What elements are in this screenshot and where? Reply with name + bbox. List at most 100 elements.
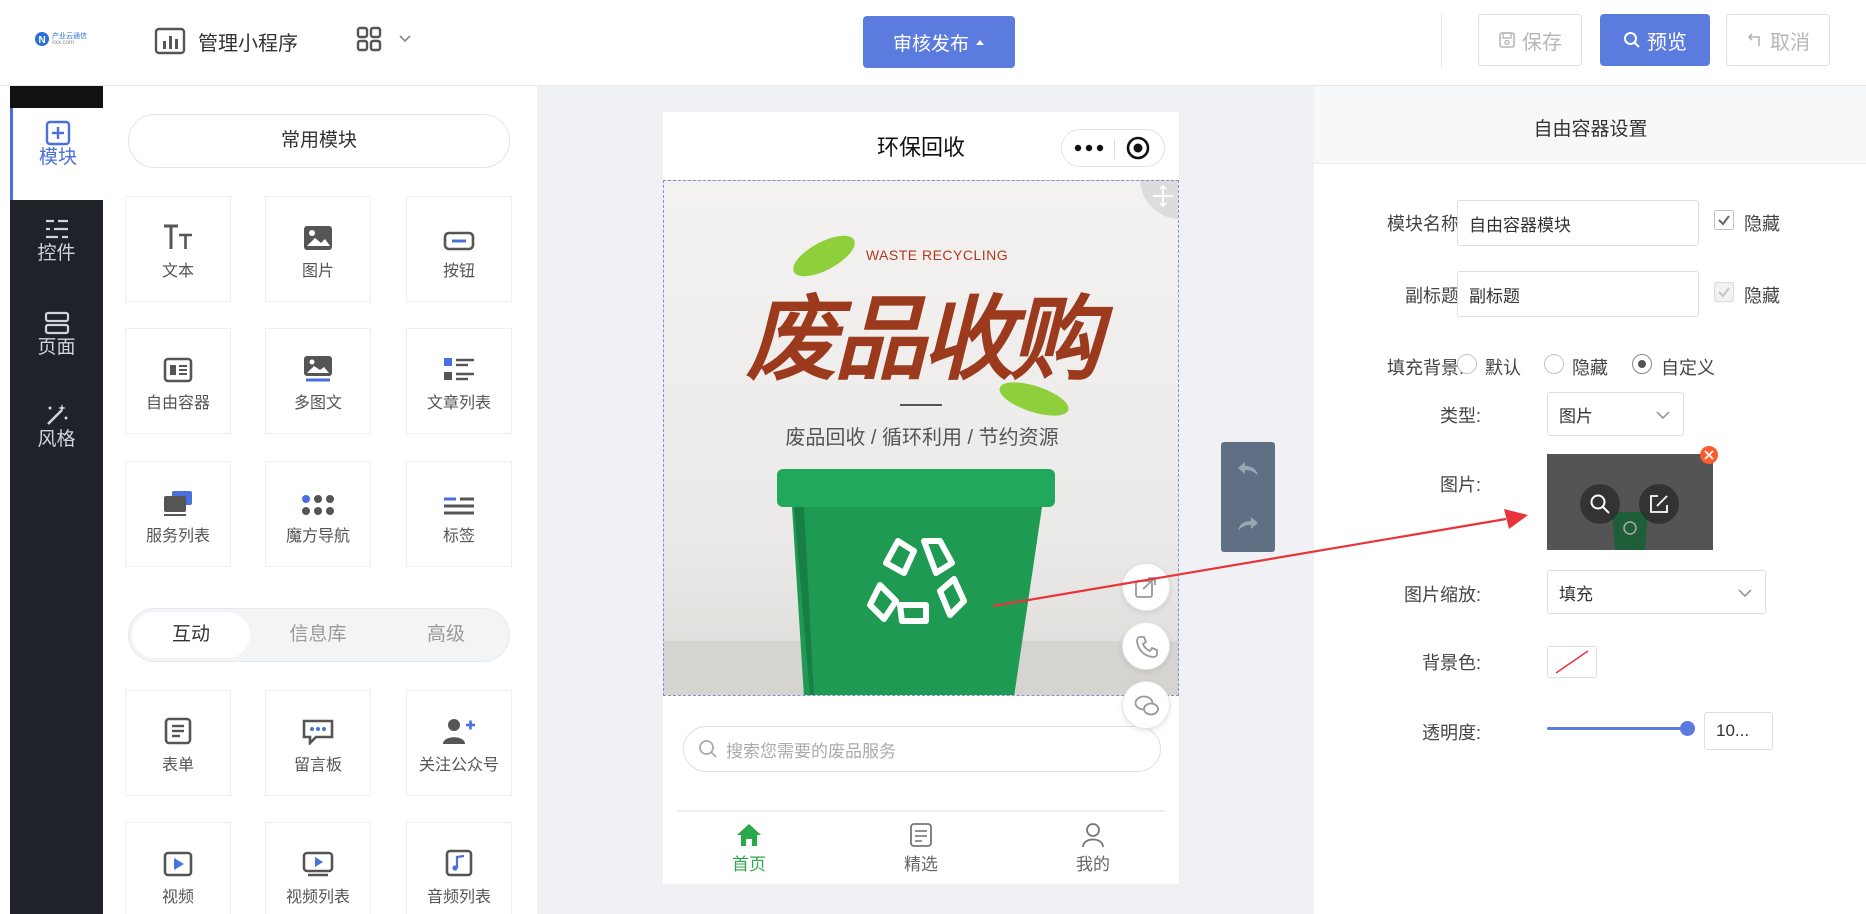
module-free-container[interactable]: 自由容器: [125, 328, 231, 434]
tab-featured[interactable]: 精选: [875, 812, 967, 875]
tab-mine[interactable]: 我的: [1047, 812, 1139, 875]
caret-up-icon: [976, 40, 984, 45]
publish-label: 审核发布: [892, 33, 969, 55]
phone-icon: [1136, 636, 1158, 658]
module-label: 自由容器: [145, 395, 210, 412]
module-video-list[interactable]: 视频列表: [265, 822, 371, 914]
module-name-input[interactable]: 自由容器模块: [1457, 200, 1699, 246]
sidebar-item-modules[interactable]: 模块: [10, 108, 103, 200]
sidebar-item-style[interactable]: 风格: [10, 390, 103, 482]
module-label: 标签: [442, 528, 475, 545]
manage-miniprogram-link[interactable]: 管理小程序: [154, 24, 298, 58]
scale-select[interactable]: 填充: [1547, 570, 1766, 614]
module-text[interactable]: 文本: [125, 196, 231, 302]
share-float-button[interactable]: [1122, 563, 1170, 611]
thumbnail-zoom-button[interactable]: [1580, 484, 1620, 524]
thumbnail-edit-button[interactable]: [1639, 484, 1679, 524]
publish-button[interactable]: 审核发布: [863, 16, 1015, 68]
module-video[interactable]: 视频: [125, 822, 231, 914]
hide-subtitle-label: 隐藏: [1744, 286, 1780, 306]
phone-float-button[interactable]: [1122, 622, 1170, 670]
undo-button[interactable]: [1221, 442, 1275, 497]
type-label: 类型:: [1439, 406, 1481, 426]
save-button[interactable]: 保存: [1478, 14, 1582, 66]
capsule-menu[interactable]: [1061, 129, 1165, 167]
slider-fill: [1547, 727, 1687, 730]
module-audio-list[interactable]: 音频列表: [406, 822, 512, 914]
bgcolor-picker[interactable]: [1547, 646, 1597, 678]
cancel-label: 取消: [1770, 31, 1810, 54]
more-dots-icon[interactable]: [1074, 144, 1104, 152]
module-service-list[interactable]: 服务列表: [125, 461, 231, 567]
common-modules-label: 常用模块: [280, 130, 357, 151]
module-follow-account[interactable]: 关注公众号: [406, 690, 512, 796]
hide-subtitle-checkbox[interactable]: [1714, 282, 1734, 302]
module-panel: 常用模块 文本 图片 按钮 自由容器 多图文 文章列表 服务列表 魔方导航 标签: [103, 86, 537, 914]
preview-button[interactable]: 预览: [1600, 14, 1710, 66]
banner-container[interactable]: WASTE RECYCLING 废品收购 废品回收 / 循环利用 / 节约资源: [663, 180, 1179, 696]
image-icon: [266, 217, 370, 251]
redo-button[interactable]: [1221, 497, 1275, 552]
type-select[interactable]: 图片: [1547, 392, 1684, 436]
tab-featured-label: 精选: [904, 855, 938, 874]
logo[interactable]: N 产业云通信 xxx.com: [34, 28, 87, 52]
slider-thumb[interactable]: [1680, 721, 1695, 736]
thumbnail-image: [1547, 454, 1713, 550]
apps-dropdown[interactable]: [356, 26, 412, 52]
fill-custom-radio[interactable]: [1632, 354, 1652, 374]
history-float: [1221, 442, 1275, 552]
home-icon: [737, 824, 761, 846]
sidebar-item-pages[interactable]: 页面: [10, 298, 103, 390]
scale-label: 图片缩放:: [1403, 585, 1481, 605]
phone-search-bar[interactable]: 搜索您需要的废品服务: [683, 726, 1161, 772]
banner-en-text: WASTE RECYCLING: [865, 247, 1009, 263]
user-icon: [1082, 823, 1104, 848]
hide-name-checkbox[interactable]: [1714, 210, 1734, 230]
form-icon: [126, 711, 230, 745]
tab-info-library[interactable]: 信息库: [259, 612, 377, 658]
undo-icon: [1747, 33, 1760, 46]
module-image[interactable]: 图片: [265, 196, 371, 302]
wechat-float-button[interactable]: [1122, 681, 1170, 729]
opacity-label: 透明度:: [1421, 723, 1481, 743]
tab-home[interactable]: 首页: [703, 812, 795, 875]
fill-default-radio[interactable]: [1457, 354, 1477, 374]
module-message-board[interactable]: 留言板: [265, 690, 371, 796]
module-label: 文本: [161, 263, 194, 280]
module-form[interactable]: 表单: [125, 690, 231, 796]
search-placeholder: 搜索您需要的废品服务: [726, 741, 896, 761]
wechat-icon: [1134, 695, 1159, 716]
subtitle-input[interactable]: 副标题: [1457, 271, 1699, 317]
module-article-list[interactable]: 文章列表: [406, 328, 512, 434]
article-list-icon: [407, 349, 511, 383]
sidebar-item-controls[interactable]: 控件: [10, 204, 103, 296]
image-label: 图片:: [1439, 475, 1481, 495]
opacity-slider[interactable]: [1547, 719, 1695, 739]
module-button[interactable]: 按钮: [406, 196, 512, 302]
module-cube-nav[interactable]: 魔方导航: [265, 461, 371, 567]
music-note-icon: [407, 843, 511, 877]
plus-square-icon: [13, 108, 103, 146]
opacity-input[interactable]: 10...: [1704, 712, 1773, 750]
cancel-button[interactable]: 取消: [1726, 14, 1830, 66]
remove-image-button[interactable]: [1700, 446, 1718, 464]
sidebar-label-pages: 页面: [37, 337, 76, 358]
tab-home-label: 首页: [732, 855, 766, 874]
image-thumbnail[interactable]: [1547, 454, 1713, 550]
capsule-divider: [1114, 139, 1115, 159]
module-label: 魔方导航: [285, 528, 350, 545]
tab-advanced[interactable]: 高级: [387, 612, 505, 658]
video-icon: [126, 843, 230, 877]
save-icon: [1499, 32, 1515, 48]
module-category-tabs: 互动 信息库 高级: [128, 608, 510, 662]
module-tag[interactable]: 标签: [406, 461, 512, 567]
type-value: 图片: [1559, 406, 1593, 426]
close-target-icon[interactable]: [1126, 136, 1150, 160]
settings-title: 自由容器设置: [1533, 119, 1648, 140]
banner-title: 废品收购: [745, 285, 1102, 393]
module-multi-image-text[interactable]: 多图文: [265, 328, 371, 434]
fill-hidden-radio[interactable]: [1544, 354, 1564, 374]
subtitle-label: 副标题:: [1404, 286, 1464, 306]
left-sidebar: 模块 控件 页面 风格: [10, 86, 103, 914]
tab-interactive[interactable]: 互动: [132, 612, 250, 658]
